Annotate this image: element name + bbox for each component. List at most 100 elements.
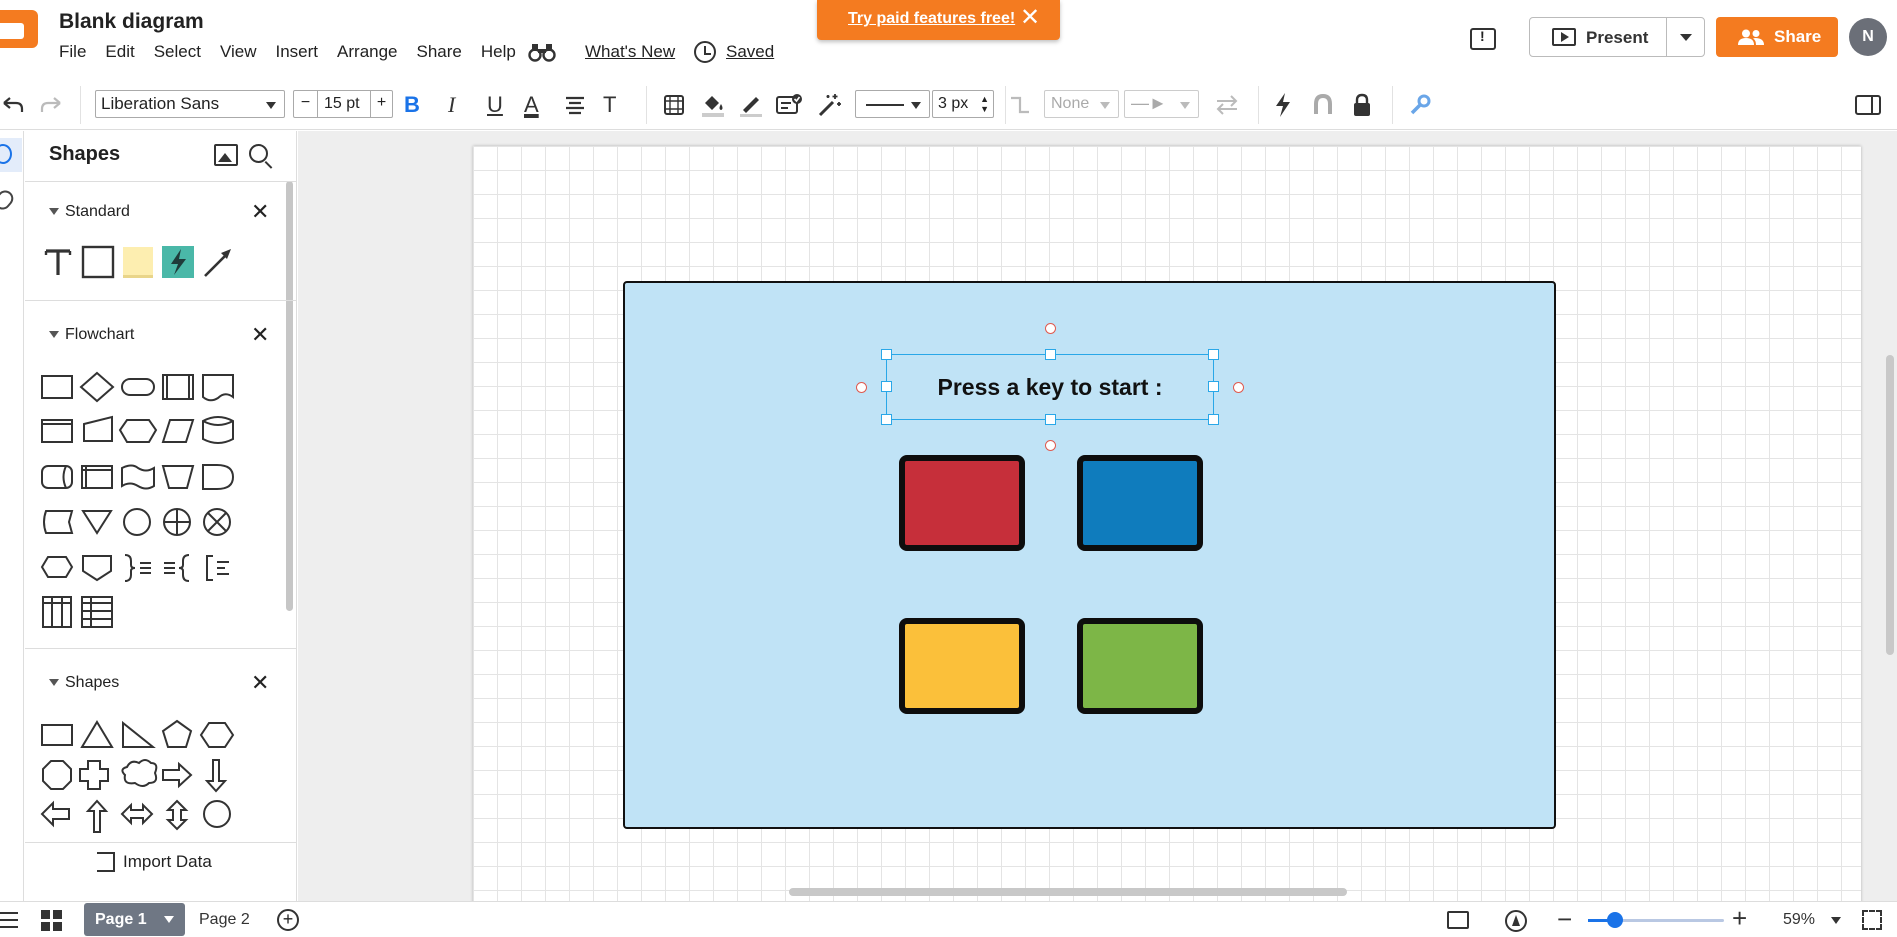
- wrench-icon[interactable]: [1408, 92, 1432, 118]
- sticky-note-shape[interactable]: [121, 245, 155, 279]
- connection-point[interactable]: [1045, 440, 1056, 451]
- connection-point[interactable]: [1045, 323, 1056, 334]
- search-icon[interactable]: [249, 144, 268, 163]
- zoom-level[interactable]: 59%: [1783, 911, 1815, 929]
- app-logo-folder-icon[interactable]: [0, 10, 38, 48]
- close-icon[interactable]: ✕: [251, 324, 269, 346]
- line-style-select[interactable]: [855, 90, 930, 118]
- blue-tile[interactable]: [1077, 455, 1203, 551]
- whats-new-link[interactable]: What's New: [585, 42, 675, 62]
- zoom-in-button[interactable]: +: [1732, 903, 1747, 934]
- close-icon[interactable]: ✕: [251, 201, 269, 223]
- tab-page-1[interactable]: Page 1: [84, 903, 185, 936]
- grid-view-icon[interactable]: [41, 910, 63, 932]
- zoom-slider-handle[interactable]: [1607, 912, 1624, 928]
- magic-wand-icon[interactable]: [817, 92, 843, 118]
- vertical-scrollbar[interactable]: [1886, 355, 1894, 655]
- horizontal-scrollbar[interactable]: [789, 888, 1347, 896]
- connection-point[interactable]: [1233, 382, 1244, 393]
- panel-scrollbar[interactable]: [286, 181, 293, 611]
- tab-page-2[interactable]: Page 2: [199, 911, 250, 929]
- saved-status-link[interactable]: Saved: [726, 42, 774, 62]
- image-icon[interactable]: [214, 144, 238, 166]
- present-button[interactable]: Present: [1529, 17, 1705, 57]
- font-size-increase-button[interactable]: +: [370, 91, 392, 117]
- section-shapes-header[interactable]: Shapes: [49, 674, 119, 692]
- font-size-decrease-button[interactable]: −: [294, 91, 318, 117]
- line-width-input[interactable]: 3 px ▲ ▼: [932, 90, 994, 118]
- flowchart-table-shapes[interactable]: [39, 592, 129, 632]
- text-options-button[interactable]: T: [603, 91, 616, 119]
- add-page-icon[interactable]: +: [277, 909, 299, 931]
- menu-arrange[interactable]: Arrange: [337, 42, 397, 62]
- section-standard-header[interactable]: Standard: [49, 203, 130, 221]
- magnet-icon[interactable]: [1311, 92, 1335, 118]
- zoom-out-button[interactable]: −: [1557, 904, 1572, 935]
- spinner-icon[interactable]: ▲ ▼: [980, 94, 989, 114]
- menu-view[interactable]: View: [220, 42, 257, 62]
- binoculars-icon[interactable]: [528, 42, 556, 62]
- resize-handle[interactable]: [1208, 349, 1219, 360]
- lightning-icon[interactable]: [1272, 92, 1294, 118]
- font-size-input[interactable]: 15 pt: [324, 95, 360, 113]
- navigation-icon[interactable]: [1505, 910, 1527, 932]
- menu-edit[interactable]: Edit: [105, 42, 134, 62]
- connection-point[interactable]: [856, 382, 867, 393]
- chevron-down-icon[interactable]: [1831, 917, 1841, 924]
- menu-share[interactable]: Share: [417, 42, 462, 62]
- swap-arrows-icon[interactable]: [1214, 92, 1240, 118]
- arrow-line-shape[interactable]: [201, 245, 235, 279]
- panel-toggle-icon[interactable]: [1854, 92, 1882, 118]
- red-tile[interactable]: [899, 455, 1025, 551]
- flowchart-shapes-grid[interactable]: [39, 369, 249, 583]
- avatar[interactable]: N: [1849, 18, 1887, 56]
- shape-options-icon[interactable]: [662, 92, 686, 118]
- resize-handle[interactable]: [881, 381, 892, 392]
- document-title[interactable]: Blank diagram: [59, 10, 204, 34]
- rectangle-shape[interactable]: [81, 245, 115, 279]
- yellow-tile[interactable]: [899, 618, 1025, 714]
- fill-color-icon[interactable]: [700, 92, 726, 118]
- resize-handle[interactable]: [881, 414, 892, 425]
- close-icon[interactable]: ✕: [251, 672, 269, 694]
- close-icon[interactable]: ✕: [1020, 6, 1040, 30]
- resize-handle[interactable]: [1208, 414, 1219, 425]
- redo-icon[interactable]: [40, 92, 64, 118]
- bold-button[interactable]: B: [404, 91, 420, 119]
- fullscreen-icon[interactable]: [1862, 910, 1882, 930]
- lock-icon[interactable]: [1351, 92, 1373, 118]
- menu-help[interactable]: Help: [481, 42, 516, 62]
- line-color-icon[interactable]: [738, 92, 764, 118]
- style-check-icon[interactable]: [775, 92, 803, 118]
- resize-handle[interactable]: [1045, 414, 1056, 425]
- lightning-shape[interactable]: [161, 245, 195, 279]
- comment-icon[interactable]: [1470, 28, 1496, 50]
- layers-icon[interactable]: [1447, 911, 1469, 929]
- resize-handle[interactable]: [1208, 381, 1219, 392]
- text-shape[interactable]: [41, 245, 75, 279]
- menu-file[interactable]: File: [59, 42, 86, 62]
- try-paid-features-link[interactable]: Try paid features free!: [848, 10, 1015, 28]
- prompt-text-shape[interactable]: Press a key to start :: [886, 354, 1214, 420]
- line-start-select[interactable]: None: [1044, 90, 1119, 118]
- font-color-button[interactable]: A: [524, 91, 539, 119]
- section-flowchart-header[interactable]: Flowchart: [49, 326, 134, 344]
- resize-handle[interactable]: [1045, 349, 1056, 360]
- italic-button[interactable]: I: [448, 91, 455, 119]
- line-end-select[interactable]: —►: [1124, 90, 1199, 118]
- basic-shapes-grid[interactable]: [39, 717, 249, 847]
- menu-insert[interactable]: Insert: [276, 42, 319, 62]
- chevron-down-icon[interactable]: [1680, 34, 1692, 41]
- connector-style-icon[interactable]: [1008, 92, 1032, 118]
- page-list-icon[interactable]: [0, 912, 18, 928]
- underline-button[interactable]: U: [487, 91, 503, 119]
- chevron-down-icon[interactable]: [164, 916, 174, 923]
- undo-icon[interactable]: [0, 92, 24, 118]
- share-button[interactable]: Share: [1716, 17, 1838, 57]
- menu-select[interactable]: Select: [154, 42, 201, 62]
- green-tile[interactable]: [1077, 618, 1203, 714]
- align-icon[interactable]: [563, 92, 587, 118]
- import-data-button[interactable]: Import Data: [25, 842, 296, 882]
- zoom-slider[interactable]: [1588, 912, 1724, 928]
- font-family-select[interactable]: Liberation Sans: [95, 90, 285, 118]
